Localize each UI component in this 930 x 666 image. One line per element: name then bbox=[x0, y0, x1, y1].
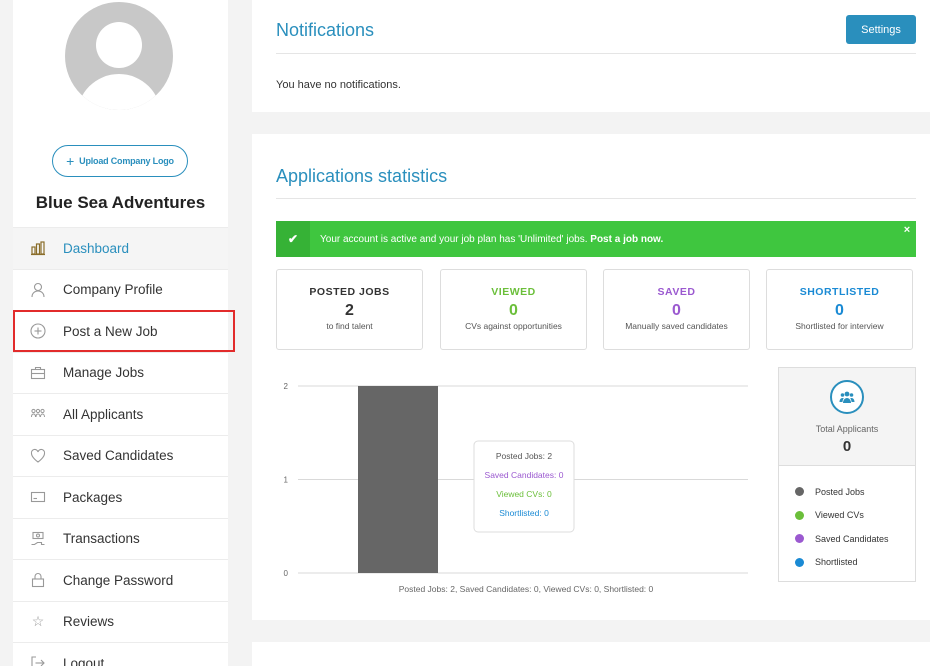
sidebar-item-label: Company Profile bbox=[63, 282, 163, 298]
legend-dot bbox=[795, 510, 804, 520]
company-avatar bbox=[65, 2, 173, 110]
tooltip-line: Saved Candidates: 0 bbox=[485, 470, 564, 480]
stat-box-viewed: VIEWED 0 CVs against opportunities bbox=[440, 269, 587, 350]
stat-box-shortlisted: SHORTLISTED 0 Shortlisted for interview bbox=[766, 269, 913, 350]
sidebar-item-post-job[interactable]: Post a New Job bbox=[13, 310, 235, 352]
close-icon[interactable]: × bbox=[898, 221, 916, 239]
sidebar-item-label: Change Password bbox=[63, 572, 174, 588]
plus-circle-icon bbox=[13, 322, 63, 340]
divider bbox=[276, 53, 916, 54]
company-name: Blue Sea Adventures bbox=[35, 193, 206, 212]
sidebar-item-label: Reviews bbox=[63, 614, 115, 630]
legend-dot bbox=[795, 534, 804, 544]
stat-value: 2 bbox=[345, 302, 354, 319]
sidebar-item-label: Dashboard bbox=[63, 240, 130, 256]
legend-item-posted-jobs: Posted Jobs bbox=[795, 480, 915, 504]
plus-icon: + bbox=[66, 153, 75, 169]
stat-box-posted-jobs: POSTED JOBS 2 to find talent bbox=[276, 269, 423, 350]
stat-value: 0 bbox=[672, 302, 681, 319]
sidebar-item-company-profile[interactable]: Company Profile bbox=[13, 268, 228, 310]
y-tick-label: 0 bbox=[284, 569, 289, 578]
legend-label: Posted Jobs bbox=[815, 486, 865, 497]
sidebar-item-label: Packages bbox=[63, 489, 123, 505]
legend-label: Viewed CVs bbox=[815, 510, 864, 521]
legend-item-saved-candidates: Saved Candidates bbox=[795, 527, 915, 551]
tooltip-line: Posted Jobs: 2 bbox=[496, 451, 553, 461]
legend-label: Saved Candidates bbox=[815, 533, 889, 544]
sidebar-menu: Dashboard Company Profile Post a New Job… bbox=[13, 227, 235, 666]
chart-caption: Posted Jobs: 2, Saved Candidates: 0, Vie… bbox=[399, 584, 654, 594]
y-tick-label: 2 bbox=[284, 382, 289, 391]
settings-button[interactable]: Settings bbox=[846, 15, 916, 44]
notifications-card: Notifications Settings You have no notif… bbox=[252, 0, 930, 112]
users-icon bbox=[830, 380, 864, 414]
sidebar-item-reviews[interactable]: ☆ Reviews bbox=[13, 600, 228, 642]
account-alert: ✔ Your account is active and your job pl… bbox=[276, 221, 916, 257]
dashboard-icon bbox=[13, 239, 63, 257]
post-job-link[interactable]: Post a job now. bbox=[590, 234, 663, 245]
tooltip-line: Viewed CVs: 0 bbox=[496, 489, 552, 499]
alert-text: Your account is active and your job plan… bbox=[320, 233, 588, 245]
stat-subtitle: CVs against opportunities bbox=[465, 321, 562, 331]
legend-list: Posted Jobs Viewed CVs Saved Candidates … bbox=[779, 466, 915, 574]
statistics-card: Applications statistics ✔ Your account i… bbox=[252, 134, 930, 620]
notifications-title: Notifications bbox=[276, 20, 375, 40]
legend-label: Shortlisted bbox=[815, 557, 858, 568]
stat-subtitle: Shortlisted for interview bbox=[795, 321, 884, 331]
legend-dot bbox=[795, 487, 804, 497]
stat-label: SHORTLISTED bbox=[799, 286, 880, 298]
chart-legend-panel: Total Applicants 0 Posted Jobs Viewed CV… bbox=[778, 367, 916, 582]
notifications-empty-text: You have no notifications. bbox=[276, 79, 401, 91]
sidebar-item-manage-jobs[interactable]: Manage Jobs bbox=[13, 351, 228, 393]
upload-logo-button[interactable]: + Upload Company Logo bbox=[52, 145, 188, 177]
star-icon: ☆ bbox=[31, 613, 45, 630]
user-icon bbox=[13, 281, 63, 299]
stat-value: 0 bbox=[509, 302, 518, 319]
sidebar-item-saved-candidates[interactable]: Saved Candidates bbox=[13, 434, 228, 476]
check-icon: ✔ bbox=[276, 221, 310, 257]
sidebar-item-label: Transactions bbox=[63, 531, 140, 547]
sidebar-item-label: All Applicants bbox=[63, 406, 144, 422]
stat-subtitle: Manually saved candidates bbox=[625, 321, 728, 331]
heart-icon bbox=[13, 447, 63, 465]
logout-icon bbox=[13, 654, 63, 666]
stat-label: VIEWED bbox=[491, 286, 536, 298]
total-applicants-label: Total Applicants bbox=[815, 424, 879, 434]
stat-box-saved: SAVED 0 Manually saved candidates bbox=[603, 269, 750, 350]
briefcase-icon bbox=[13, 364, 63, 382]
group-icon bbox=[13, 405, 63, 423]
sidebar-item-label: Logout bbox=[63, 655, 105, 666]
stat-subtitle: to find talent bbox=[326, 321, 373, 331]
stat-value: 0 bbox=[835, 302, 844, 319]
lock-icon bbox=[13, 571, 63, 589]
applications-chart: 0 1 2 Posted Jobs: 2 Saved Candidates: 0 View… bbox=[284, 382, 748, 594]
sidebar-item-dashboard[interactable]: Dashboard bbox=[13, 227, 228, 269]
stat-label: SAVED bbox=[657, 286, 696, 298]
sidebar-item-change-password[interactable]: Change Password bbox=[13, 559, 228, 601]
y-tick-label: 1 bbox=[284, 476, 289, 485]
alert-message: Your account is active and your job plan… bbox=[310, 234, 663, 245]
total-applicants-summary: Total Applicants 0 bbox=[779, 368, 915, 466]
sidebar: + Upload Company Logo Blue Sea Adventure… bbox=[13, 0, 235, 666]
stat-label: POSTED JOBS bbox=[309, 286, 390, 298]
statistics-title: Applications statistics bbox=[276, 166, 448, 186]
sidebar-item-label: Saved Candidates bbox=[63, 448, 174, 464]
upload-logo-label: Upload Company Logo bbox=[79, 156, 174, 166]
divider bbox=[276, 198, 916, 199]
money-icon bbox=[13, 530, 63, 548]
sidebar-item-packages[interactable]: Packages bbox=[13, 476, 228, 518]
tooltip-line: Shortlisted: 0 bbox=[499, 508, 549, 518]
bar-posted-jobs bbox=[358, 386, 438, 573]
package-icon bbox=[13, 488, 63, 506]
sidebar-item-logout[interactable]: Logout bbox=[13, 642, 228, 666]
total-applicants-value: 0 bbox=[842, 438, 852, 455]
sidebar-item-label: Post a New Job bbox=[63, 323, 158, 339]
legend-item-shortlisted: Shortlisted bbox=[795, 551, 915, 575]
legend-dot bbox=[795, 557, 804, 567]
sidebar-item-label: Manage Jobs bbox=[63, 365, 145, 381]
sidebar-item-all-applicants[interactable]: All Applicants bbox=[13, 393, 228, 435]
legend-item-viewed-cvs: Viewed CVs bbox=[795, 504, 915, 528]
sidebar-item-transactions[interactable]: Transactions bbox=[13, 517, 228, 559]
next-card bbox=[252, 642, 930, 666]
